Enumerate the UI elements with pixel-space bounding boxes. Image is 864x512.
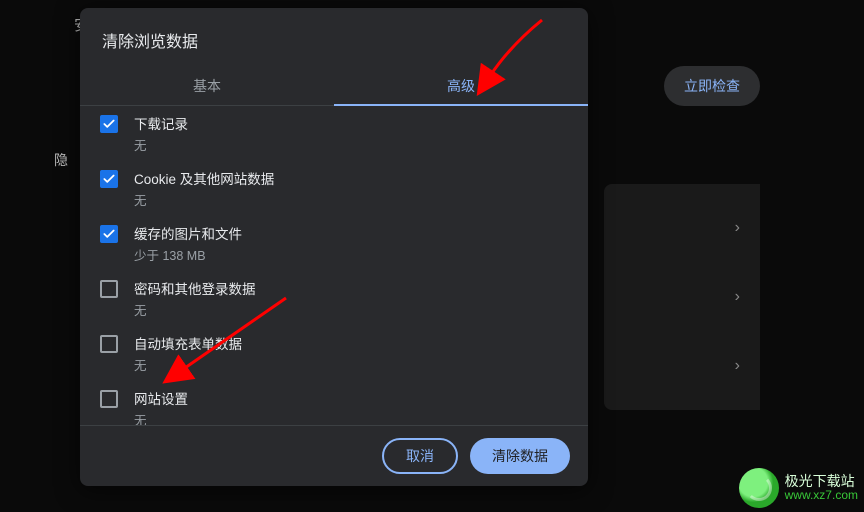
checkbox[interactable] <box>100 170 118 188</box>
chevron-right-icon[interactable]: › <box>735 219 740 237</box>
option-title: 网站设置 <box>134 388 188 408</box>
option-subtitle: 无 <box>134 355 242 374</box>
option-title: 缓存的图片和文件 <box>134 223 242 243</box>
checkbox[interactable] <box>100 225 118 243</box>
option-subtitle: 少于 138 MB <box>134 245 242 264</box>
option-subtitle: 无 <box>134 300 256 319</box>
watermark-url: www.xz7.com <box>785 489 858 503</box>
option-subtitle: 无 <box>134 135 188 154</box>
dialog-tabs: 基本 高级 <box>80 66 588 106</box>
option-title: 下载记录 <box>134 113 188 133</box>
option-title: 自动填充表单数据 <box>134 333 242 353</box>
page-side-label: 隐 <box>54 150 68 170</box>
checkbox[interactable] <box>100 335 118 353</box>
watermark-logo-icon <box>739 468 779 508</box>
tab-advanced[interactable]: 高级 <box>334 66 588 105</box>
check-now-button[interactable]: 立即检查 <box>664 66 760 106</box>
option-row[interactable]: 网站设置无 <box>88 381 584 425</box>
dialog-title: 清除浏览数据 <box>80 8 588 66</box>
options-list[interactable]: 下载记录无Cookie 及其他网站数据无缓存的图片和文件少于 138 MB密码和… <box>80 106 588 425</box>
checkbox[interactable] <box>100 115 118 133</box>
option-subtitle: 无 <box>134 410 188 425</box>
tab-basic[interactable]: 基本 <box>80 66 334 105</box>
chevron-right-icon[interactable]: › <box>735 288 740 306</box>
checkbox[interactable] <box>100 390 118 408</box>
cancel-button[interactable]: 取消 <box>382 438 458 474</box>
watermark-title: 极光下载站 <box>785 473 858 489</box>
option-row[interactable]: 自动填充表单数据无 <box>88 326 584 381</box>
checkbox[interactable] <box>100 280 118 298</box>
chevron-right-icon[interactable]: › <box>735 357 740 375</box>
option-title: 密码和其他登录数据 <box>134 278 256 298</box>
option-row[interactable]: 下载记录无 <box>88 106 584 161</box>
option-row[interactable]: 缓存的图片和文件少于 138 MB <box>88 216 584 271</box>
dialog-footer: 取消 清除数据 <box>80 425 588 486</box>
clear-browsing-data-dialog: 清除浏览数据 基本 高级 下载记录无Cookie 及其他网站数据无缓存的图片和文… <box>80 8 588 486</box>
clear-data-button[interactable]: 清除数据 <box>470 438 570 474</box>
option-title: Cookie 及其他网站数据 <box>134 168 274 188</box>
option-subtitle: 无 <box>134 190 274 209</box>
option-row[interactable]: Cookie 及其他网站数据无 <box>88 161 584 216</box>
right-settings-panel: › › › <box>604 184 760 410</box>
option-row[interactable]: 密码和其他登录数据无 <box>88 271 584 326</box>
watermark: 极光下载站 www.xz7.com <box>739 468 858 508</box>
